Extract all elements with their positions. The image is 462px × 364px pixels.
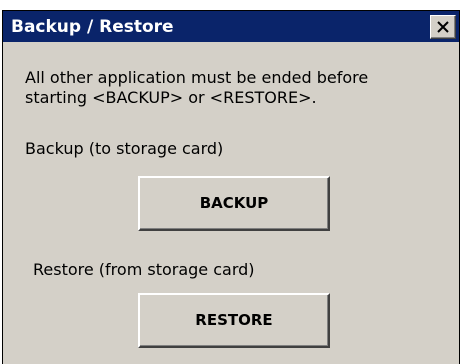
backup-label: Backup (to storage card) <box>25 139 224 158</box>
window-title: Backup / Restore <box>11 17 174 37</box>
warning-message-line-1: All other application must be ended befo… <box>25 68 369 87</box>
restore-button[interactable]: RESTORE <box>138 293 330 348</box>
restore-label: Restore (from storage card) <box>33 260 255 279</box>
close-button[interactable] <box>430 15 456 39</box>
backup-button[interactable]: BACKUP <box>138 176 330 231</box>
backup-restore-dialog: Backup / Restore All other application m… <box>2 10 460 364</box>
warning-message-line-2: starting <BACKUP> or <RESTORE>. <box>25 88 317 107</box>
close-icon <box>437 21 449 33</box>
warning-message: All other application must be ended befo… <box>25 68 368 108</box>
title-bar[interactable]: Backup / Restore <box>3 11 459 42</box>
